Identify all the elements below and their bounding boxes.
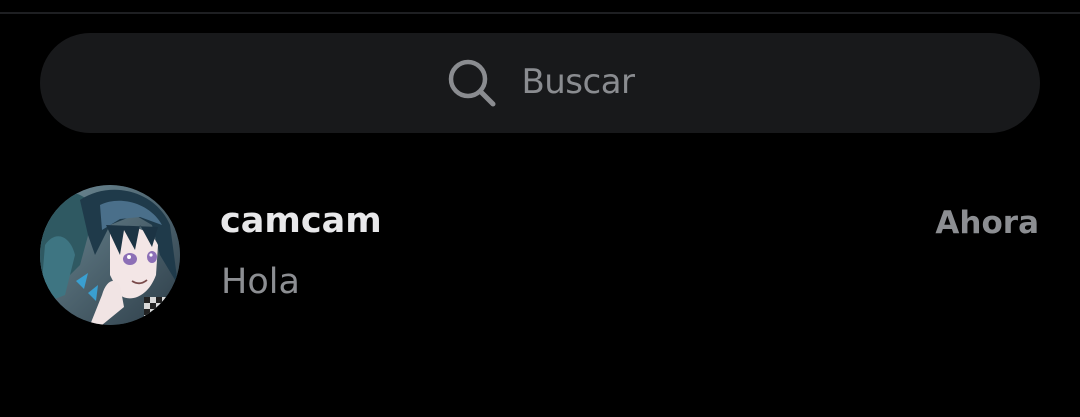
top-divider — [0, 12, 1080, 14]
search-icon — [449, 59, 496, 107]
chat-message-preview: Hola — [221, 262, 300, 302]
chat-timestamp: Ahora — [935, 205, 1039, 241]
avatar[interactable] — [40, 185, 180, 325]
avatar-image — [40, 185, 180, 325]
search-bar[interactable]: Buscar — [40, 33, 1040, 133]
search-placeholder: Buscar — [521, 62, 635, 102]
chat-list-item[interactable]: camcam Hola Ahora — [0, 178, 1080, 338]
messages-screen: Buscar camcam Hola Ahora — [0, 0, 1080, 417]
chat-name: camcam — [220, 201, 382, 241]
